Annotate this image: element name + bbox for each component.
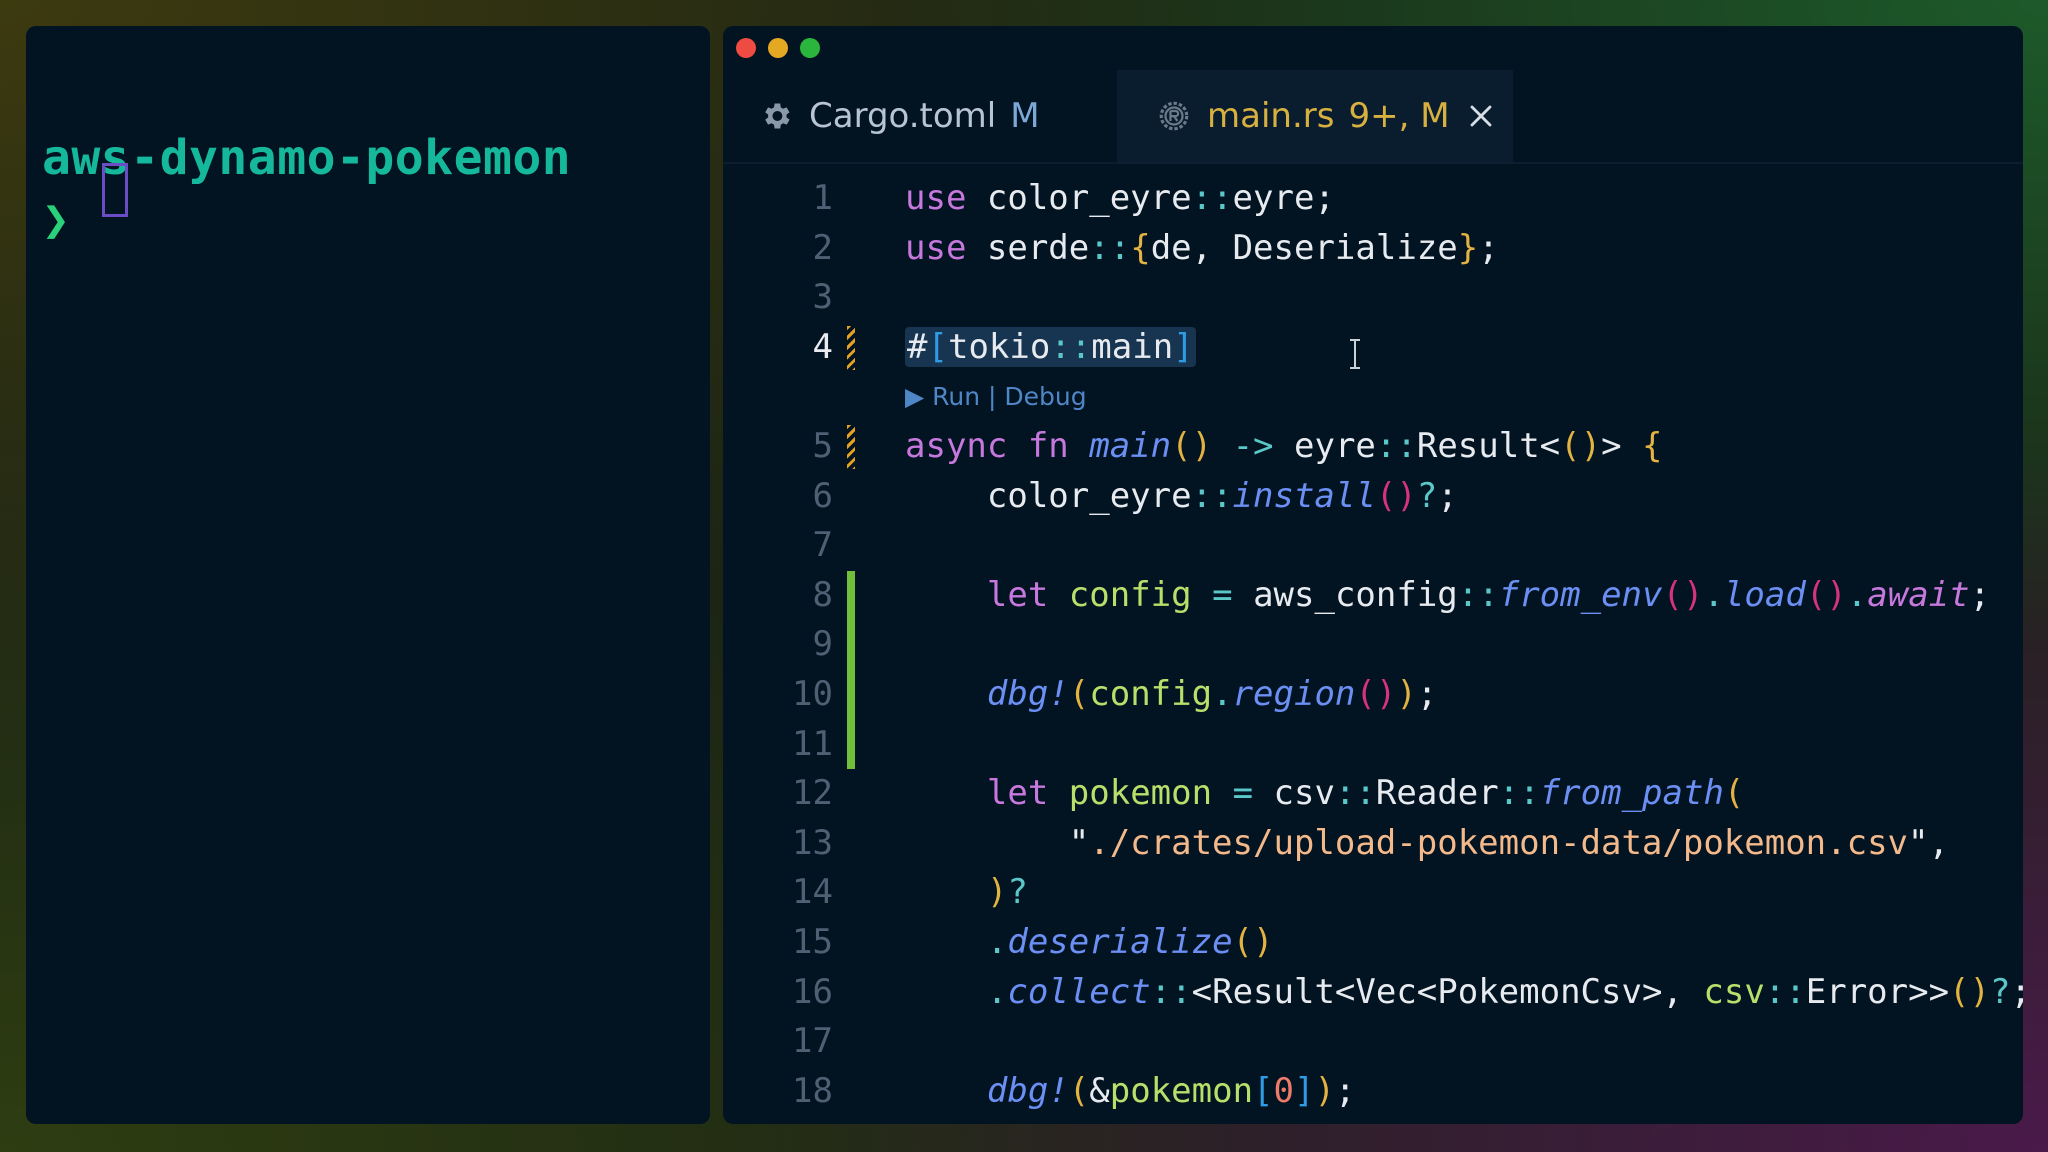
line-number: 1 — [812, 178, 833, 218]
code-editor-window[interactable]: Cargo.toml M main.rs 9+, M 1 use color_e… — [723, 26, 2023, 1124]
code-line[interactable]: 3 — [723, 273, 2023, 323]
code-line[interactable]: 10 dbg!(config.region()); — [723, 669, 2023, 720]
maximize-window-button[interactable] — [800, 38, 820, 58]
terminal-pane[interactable]: aws-dynamo-pokemon ❯ — [26, 26, 710, 1124]
line-number: 12 — [792, 773, 833, 814]
code-line[interactable]: 14 )? — [723, 868, 2023, 918]
line-number: 17 — [792, 1021, 833, 1062]
code-line[interactable]: 16 .collect::<Result<Vec<PokemonCsv>, cs… — [723, 968, 2023, 1018]
gutter-added-marker — [847, 669, 855, 720]
code-text: .deserialize() — [986, 921, 1274, 962]
line-number: 2 — [812, 227, 833, 268]
code-line[interactable]: 5 async fn main() -> eyre::Result<()> { — [723, 422, 2023, 472]
code-text: )? — [986, 872, 1028, 913]
code-text: async fn main() -> eyre::Result<()> { — [905, 425, 1663, 466]
line-number: 9 — [812, 624, 833, 665]
line-number: 14 — [792, 872, 833, 913]
code-text: "./crates/upload-pokemon-data/pokemon.cs… — [905, 822, 1949, 863]
tab-label: Cargo.toml — [809, 96, 997, 136]
line-number: 15 — [792, 921, 833, 962]
code-text: let config = aws_config::from_env().load… — [986, 574, 1991, 615]
line-number: 16 — [792, 971, 833, 1012]
line-number: 6 — [812, 475, 833, 516]
gutter-added-marker — [847, 570, 855, 621]
code-text: dbg!(config.region()); — [986, 673, 1438, 714]
tab-main-rs[interactable]: main.rs 9+, M — [1117, 70, 1513, 162]
code-text: .collect::<Result<Vec<PokemonCsv>, csv::… — [986, 971, 2023, 1012]
code-line[interactable]: 18 dbg!(&pokemon[0]); — [723, 1067, 2023, 1117]
code-text: #[tokio::main] — [905, 326, 1196, 367]
tab-bar: Cargo.toml M main.rs 9+, M — [723, 70, 2023, 164]
tab-cargo-toml[interactable]: Cargo.toml M — [723, 70, 1116, 162]
code-line[interactable]: 15 .deserialize() — [723, 918, 2023, 968]
codelens-run-debug[interactable]: ▶ Run | Debug — [905, 372, 1087, 422]
code-line-active[interactable]: 4 #[tokio::main] — [723, 323, 2023, 373]
code-line[interactable]: 8 let config = aws_config::from_env().lo… — [723, 570, 2023, 621]
line-number: 13 — [792, 822, 833, 863]
code-line[interactable]: 7 — [723, 521, 2023, 571]
close-window-button[interactable] — [736, 38, 756, 58]
code-line[interactable]: 11 — [723, 719, 2023, 770]
code-text: dbg!(&pokemon[0]); — [986, 1070, 1356, 1111]
line-number: 7 — [812, 525, 833, 566]
terminal-prompt-symbol: ❯ — [42, 192, 70, 246]
terminal-cursor — [102, 163, 128, 217]
code-line[interactable]: 12 let pokemon = csv::Reader::from_path( — [723, 769, 2023, 819]
code-line[interactable]: 13 "./crates/upload-pokemon-data/pokemon… — [723, 819, 2023, 869]
tab-problem-badge: 9+, M — [1348, 96, 1450, 136]
tab-modified-badge: M — [1010, 96, 1040, 136]
line-number: 5 — [812, 425, 833, 466]
code-line[interactable]: 17 — [723, 1017, 2023, 1067]
close-icon[interactable] — [1468, 103, 1494, 129]
line-number: 3 — [812, 277, 833, 318]
gutter-modified-marker — [847, 424, 855, 469]
text-cursor-icon — [1350, 339, 1360, 369]
line-number: 11 — [792, 723, 833, 764]
gear-icon — [759, 99, 793, 133]
code-text: let pokemon = csv::Reader::from_path( — [986, 773, 1745, 814]
code-text: use color_eyre::eyre; — [905, 178, 1335, 218]
minimize-window-button[interactable] — [768, 38, 788, 58]
code-line[interactable]: 6 color_eyre::install()?; — [723, 472, 2023, 522]
gutter-modified-marker — [847, 325, 855, 370]
code-line[interactable]: 9 — [723, 620, 2023, 670]
code-text: use serde::{de, Deserialize}; — [905, 227, 1499, 268]
line-number: 4 — [812, 326, 833, 367]
rust-icon — [1157, 99, 1191, 133]
gutter-added-marker — [847, 719, 855, 770]
line-number: 8 — [812, 574, 833, 615]
line-number: 10 — [792, 673, 833, 714]
code-text: color_eyre::install()?; — [905, 475, 1458, 516]
gutter-added-marker — [847, 620, 855, 670]
tab-label: main.rs — [1207, 96, 1335, 136]
codelens-row[interactable]: ▶ Run | Debug — [723, 372, 2023, 422]
line-number: 18 — [792, 1070, 833, 1111]
code-line[interactable]: 1 use color_eyre::eyre; — [723, 174, 2023, 224]
code-area[interactable]: 1 use color_eyre::eyre; 2 use serde::{de… — [723, 174, 2023, 1116]
code-line[interactable]: 2 use serde::{de, Deserialize}; — [723, 224, 2023, 274]
